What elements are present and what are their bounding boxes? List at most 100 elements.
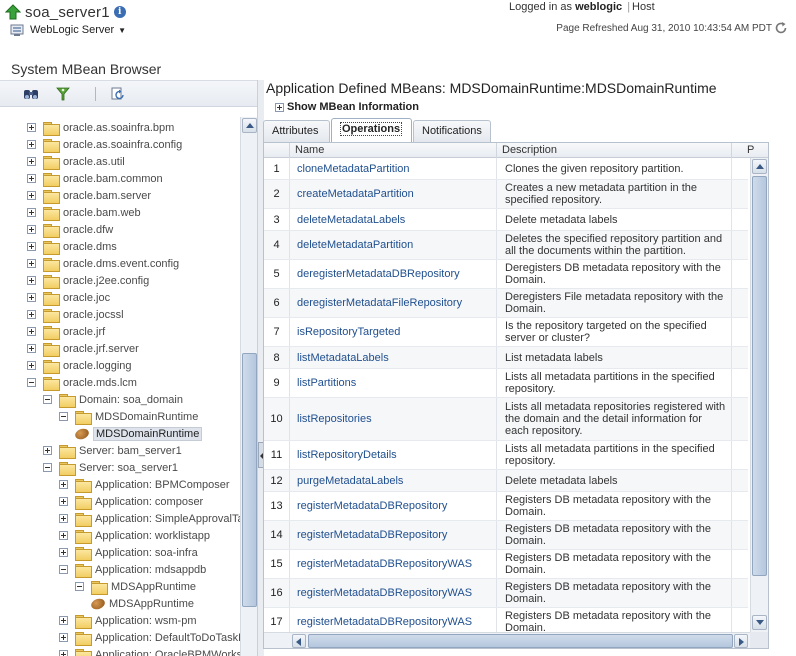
expand-plus-icon[interactable] [59,514,68,523]
table-row[interactable]: 7 isRepositoryTargeted Is the repository t… [264,318,748,347]
filter-tree-icon[interactable] [55,86,71,102]
tree-node[interactable]: oracle.mds.lcm [27,374,137,391]
operation-name-link[interactable]: isRepositoryTargeted [290,318,497,346]
table-hscroll-thumb[interactable] [308,634,733,648]
table-row[interactable]: 14 registerMetadataDBRepository Registers … [264,521,748,550]
tab-operations[interactable]: Operations [331,118,412,143]
operation-name-link[interactable]: deregisterMetadataFileRepository [290,289,497,317]
table-row[interactable]: 10 listRepositories Lists all metadata rep… [264,398,748,441]
table-row[interactable]: 12 purgeMetadataLabels Delete metadata lab… [264,470,748,492]
operation-name-link[interactable]: listRepositoryDetails [290,441,497,469]
tree-node[interactable]: oracle.jrf.server [27,340,139,357]
tree-node[interactable]: Application: SimpleApprovalTas [59,510,240,527]
tree-node[interactable]: Application: worklistapp [59,527,210,544]
tree-node[interactable]: MDSAppRuntime [75,578,196,595]
table-row[interactable]: 8 listMetadataLabels List metadata labels [264,347,748,369]
tree-node[interactable]: MDSDomainRuntime [73,425,203,442]
collapse-minus-icon[interactable] [43,463,52,472]
expand-plus-icon[interactable] [27,140,36,149]
tree-node[interactable]: oracle.logging [27,357,132,374]
operation-name-link[interactable]: listRepositories [290,398,497,440]
table-row[interactable]: 9 listPartitions Lists all metadata partit… [264,369,748,398]
scroll-up-arrow-icon[interactable] [242,118,257,133]
tree-node[interactable]: oracle.bam.common [27,170,163,187]
tree-node[interactable]: MDSAppRuntime [89,595,194,612]
table-row[interactable]: 5 deregisterMetadataDBRepository Deregiste… [264,260,748,289]
collapse-minus-icon[interactable] [43,395,52,404]
table-row[interactable]: 13 registerMetadataDBRepository Registers … [264,492,748,521]
refresh-tree-icon[interactable] [110,86,126,102]
operation-name-link[interactable]: registerMetadataDBRepository [290,521,497,549]
refresh-icon[interactable] [774,21,788,35]
table-row[interactable]: 15 registerMetadataDBRepositoryWAS Registe… [264,550,748,579]
expand-plus-icon[interactable] [27,344,36,353]
table-scroll-up-icon[interactable] [752,159,767,174]
show-mbean-info-toggle[interactable]: Show MBean Information [275,101,419,113]
expand-plus-icon[interactable] [27,157,36,166]
operation-name-link[interactable]: deleteMetadataPartition [290,231,497,259]
table-scroll-right-icon[interactable] [734,634,748,648]
tree-scroll-thumb[interactable] [242,353,257,607]
collapse-minus-icon[interactable] [27,378,36,387]
tree-node[interactable]: Application: BPMComposer [59,476,230,493]
collapse-minus-icon[interactable] [59,412,68,421]
table-scroll-left-icon[interactable] [292,634,306,648]
table-row[interactable]: 16 registerMetadataDBRepositoryWAS Registe… [264,579,748,608]
tree-node[interactable]: oracle.jrf [27,323,105,340]
tree-node[interactable]: Application: OracleBPMWorksp [59,646,240,656]
tree-node[interactable]: Server: soa_server1 [43,459,178,476]
server-name[interactable]: soa_server1 [25,4,110,21]
table-horizontal-scrollbar[interactable] [264,632,750,648]
tree-node[interactable]: oracle.bam.web [27,204,141,221]
table-vscroll-thumb[interactable] [752,176,767,576]
collapse-minus-icon[interactable] [59,565,68,574]
table-row[interactable]: 11 listRepositoryDetails Lists all metadat… [264,441,748,470]
info-icon[interactable]: i [113,6,126,18]
tree-node[interactable]: oracle.as.util [27,153,125,170]
expand-plus-icon[interactable] [27,293,36,302]
expand-plus-icon[interactable] [59,548,68,557]
tree-node[interactable]: oracle.dfw [27,221,113,238]
expand-plus-icon[interactable] [43,446,52,455]
tree-node[interactable]: oracle.j2ee.config [27,272,149,289]
expand-plus-icon[interactable] [59,633,68,642]
operation-name-link[interactable]: createMetadataPartition [290,180,497,208]
tree-node[interactable]: Application: mdsappdb [59,561,206,578]
table-row[interactable]: 6 deregisterMetadataFileRepository Deregis… [264,289,748,318]
collapse-minus-icon[interactable] [75,582,84,591]
tree-node[interactable]: oracle.as.soainfra.config [27,136,182,153]
expand-plus-icon[interactable] [27,361,36,370]
column-header-name[interactable]: Name [290,143,497,158]
table-row[interactable]: 2 createMetadataPartition Creates a new me… [264,180,748,209]
expand-plus-icon[interactable] [27,123,36,132]
expand-plus-icon[interactable] [27,276,36,285]
tab-attributes[interactable]: Attributes [263,120,330,142]
operation-name-link[interactable]: deleteMetadataLabels [290,209,497,230]
tree-node[interactable]: oracle.jocssl [27,306,124,323]
tree-node[interactable]: MDSDomainRuntime [59,408,198,425]
expand-plus-icon[interactable] [27,242,36,251]
table-row[interactable]: 3 deleteMetadataLabels Delete metadata lab… [264,209,748,231]
operation-name-link[interactable]: cloneMetadataPartition [290,158,497,179]
tree-node[interactable]: Server: bam_server1 [43,442,182,459]
expand-plus-icon[interactable] [59,616,68,625]
expand-plus-icon[interactable] [275,102,284,112]
column-header-description[interactable]: Description [497,143,732,158]
expand-plus-icon[interactable] [27,310,36,319]
table-scroll-down-icon[interactable] [752,615,767,630]
expand-plus-icon[interactable] [27,225,36,234]
tab-notifications[interactable]: Notifications [413,120,491,142]
expand-plus-icon[interactable] [59,650,68,656]
operation-name-link[interactable]: listPartitions [290,369,497,397]
weblogic-server-menu[interactable]: WebLogic Server ▼ [10,22,126,38]
tree-node[interactable]: oracle.joc [27,289,110,306]
operation-name-link[interactable]: registerMetadataDBRepository [290,492,497,520]
expand-plus-icon[interactable] [27,174,36,183]
operation-name-link[interactable]: listMetadataLabels [290,347,497,368]
tree-node[interactable]: oracle.bam.server [27,187,151,204]
tree-node[interactable]: Application: composer [59,493,203,510]
find-binoculars-icon[interactable] [23,86,39,102]
operation-name-link[interactable]: deregisterMetadataDBRepository [290,260,497,288]
operation-name-link[interactable]: registerMetadataDBRepositoryWAS [290,579,497,607]
operation-name-link[interactable]: registerMetadataDBRepositoryWAS [290,608,497,632]
